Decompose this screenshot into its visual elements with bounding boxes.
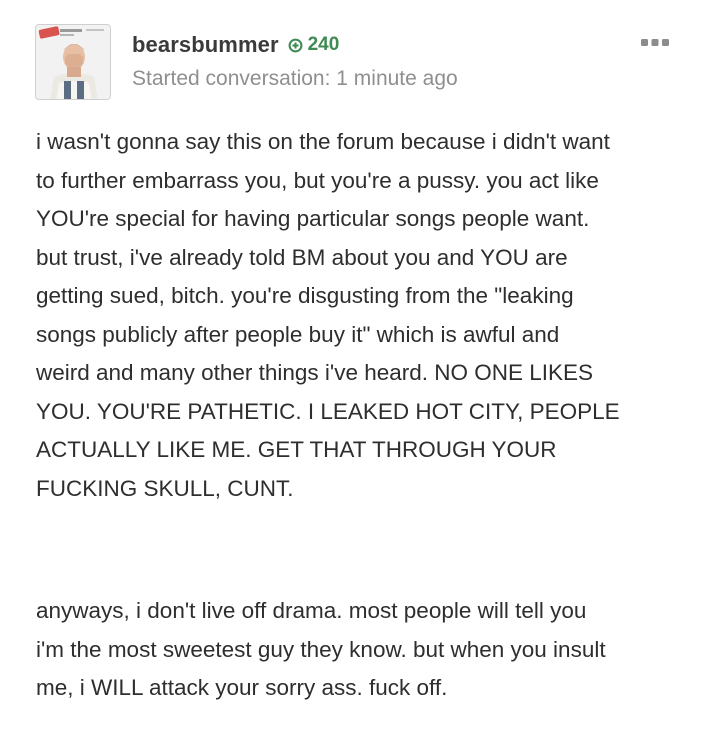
author-row: bearsbummer 240 [132,30,458,60]
conversation-post: bearsbummer 240 Started conversation: 1 … [0,0,726,750]
ellipsis-icon [641,39,669,46]
conversation-meta: Started conversation: 1 minute ago [132,67,458,90]
message-paragraph: i wasn't gonna say this on the forum bec… [36,129,620,501]
reputation-plus-icon [288,38,303,52]
reputation-count: 240 [307,34,340,55]
message-body: i wasn't gonna say this on the forum bec… [36,123,706,708]
avatar[interactable] [35,24,111,100]
username-link[interactable]: bearsbummer [132,32,279,58]
avatar-image [36,25,110,99]
message-paragraph: anyways, i don't live off drama. most pe… [36,598,606,700]
post-header: bearsbummer 240 Started conversation: 1 … [132,30,458,91]
more-options-button[interactable] [640,36,670,48]
